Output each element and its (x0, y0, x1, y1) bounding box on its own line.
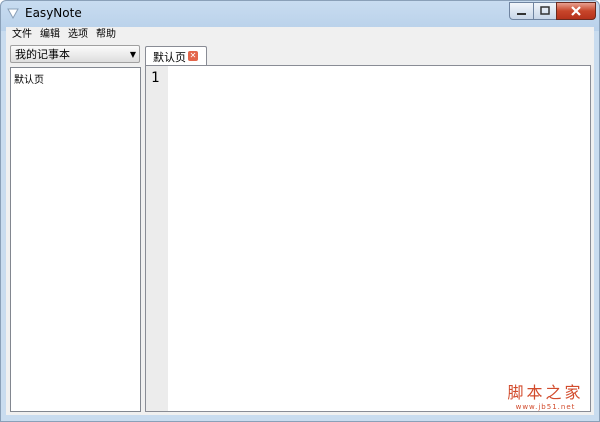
line-number: 1 (151, 70, 160, 86)
close-button[interactable] (556, 2, 596, 20)
watermark-url: www.jb51.net (515, 403, 576, 411)
title-bar[interactable]: EasyNote (1, 1, 599, 27)
tab-label: 默认页 (153, 51, 186, 64)
menu-bar: 文件 编辑 选项 帮助 (6, 27, 594, 43)
editor-area[interactable]: 1 脚本之家 www.jb51.net (145, 65, 591, 412)
tab-strip: 默认页 ✕ (145, 43, 591, 66)
close-icon (571, 6, 581, 16)
menu-help[interactable]: 帮助 (96, 27, 116, 43)
menu-edit[interactable]: 编辑 (40, 27, 60, 43)
tab-default-page[interactable]: 默认页 ✕ (145, 46, 207, 66)
page-list-item[interactable]: 默认页 (14, 71, 44, 86)
tab-close-icon[interactable]: ✕ (188, 51, 198, 61)
maximize-icon (540, 6, 550, 15)
maximize-button[interactable] (533, 2, 557, 20)
client-area: 我的记事本 ▼ 默认页 默认页 ✕ 1 脚本之家 www.jb51.net (6, 43, 594, 415)
app-logo-icon (7, 8, 19, 19)
menu-options[interactable]: 选项 (68, 27, 88, 43)
minimize-button[interactable] (509, 2, 534, 20)
line-number-gutter: 1 (146, 66, 168, 411)
notebook-dropdown[interactable]: 我的记事本 ▼ (10, 45, 140, 63)
menu-file[interactable]: 文件 (12, 27, 32, 43)
app-window: EasyNote 文件 编辑 选项 帮助 我的记事本 ▼ 默认页 默认页 ✕ 1… (0, 0, 600, 422)
watermark-text: 脚本之家 (507, 383, 584, 402)
dropdown-arrow-icon: ▼ (129, 50, 136, 59)
page-list[interactable]: 默认页 (10, 67, 141, 412)
notebook-dropdown-value: 我的记事本 (15, 48, 70, 61)
watermark: 脚本之家 www.jb51.net (503, 379, 588, 411)
minimize-icon (517, 13, 526, 15)
window-title: EasyNote (25, 6, 82, 20)
